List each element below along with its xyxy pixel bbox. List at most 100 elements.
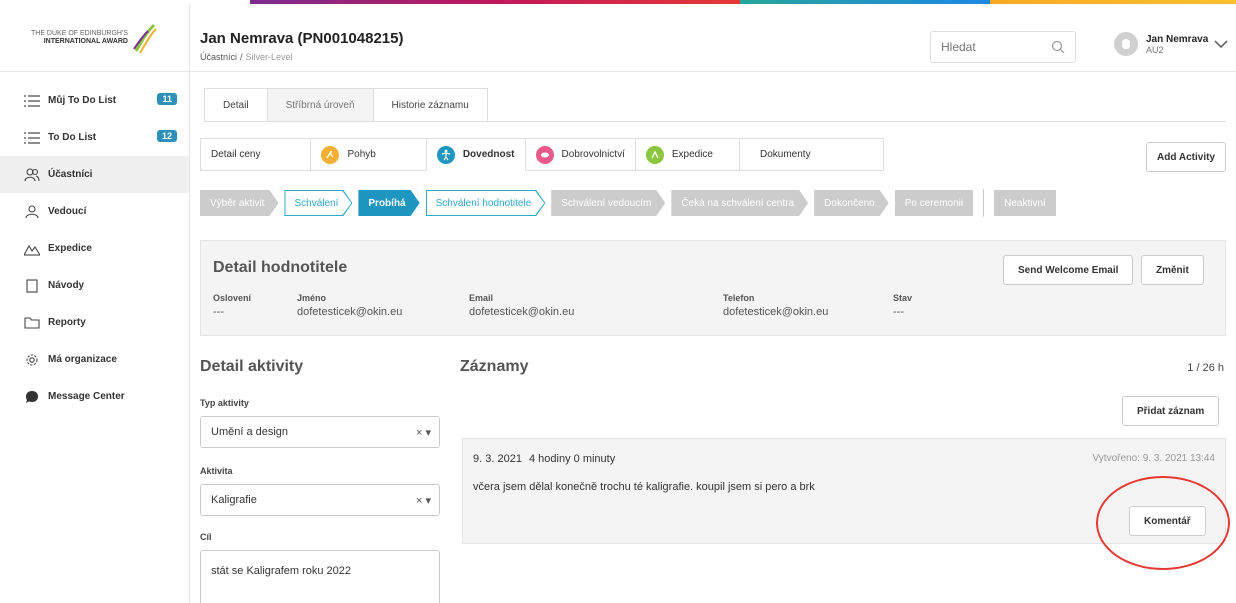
breadcrumb: Účastníci / Silver-Level xyxy=(200,52,293,62)
tab-history[interactable]: Historie záznamu xyxy=(372,88,488,121)
user-menu[interactable]: Jan Nemrava AU2 xyxy=(1114,32,1228,56)
record-date: 9. 3. 2021 xyxy=(473,453,522,465)
goal-textarea[interactable]: stát se Kaligrafem roku 2022 xyxy=(200,550,440,603)
tab-documents[interactable]: Dokumenty xyxy=(739,138,884,171)
tab-label: Detail ceny xyxy=(211,149,261,160)
step-in-progress[interactable]: Probíhá xyxy=(358,190,419,216)
evaluator-detail-panel: Detail hodnotitele Send Welcome Email Zm… xyxy=(200,240,1226,336)
tab-detail[interactable]: Detail xyxy=(204,88,268,121)
page-title: Jan Nemrava (PN001048215) xyxy=(200,30,404,47)
activity-detail-title: Detail aktivity xyxy=(200,358,304,375)
sidebar-item-reports[interactable]: Reporty xyxy=(0,304,189,341)
sidebar-item-label: Reporty xyxy=(48,317,86,328)
evaluator-phone: Telefon dofetesticek@okin.eu xyxy=(723,293,828,318)
field-label: Stav xyxy=(893,293,913,303)
list-icon xyxy=(24,131,40,145)
search-icon[interactable] xyxy=(1051,40,1065,54)
volunteering-icon xyxy=(535,145,554,164)
header: Jan Nemrava (PN001048215) Účastníci / Silv… xyxy=(190,4,1236,72)
step-label: Výběr aktivit xyxy=(210,197,265,209)
user-name: Jan Nemrava xyxy=(1146,33,1209,45)
field-label: Jméno xyxy=(297,293,327,303)
tab-label: Dovednost xyxy=(462,149,515,160)
avatar[interactable] xyxy=(1114,32,1138,56)
evaluator-name: Jméno dofetesticek@okin.eu xyxy=(297,293,402,318)
sidebar-item-leaders[interactable]: Vedoucí xyxy=(0,193,189,230)
step-select-activities[interactable]: Výběr aktivit xyxy=(200,190,278,216)
search-box[interactable] xyxy=(930,31,1076,63)
records-title: Záznamy xyxy=(460,358,529,375)
step-approval[interactable]: Schválení xyxy=(284,190,352,216)
chevron-down-icon[interactable] xyxy=(1214,39,1228,49)
record-created: Vytvořeno: 9. 3. 2021 13:44 xyxy=(1092,453,1216,464)
step-label: Schválení hodnotitele xyxy=(435,197,532,209)
sidebar-item-my-todo[interactable]: Můj To Do List 11 xyxy=(0,82,189,119)
sidebar-item-label: Vedoucí xyxy=(48,206,87,217)
activity-select[interactable]: Kaligrafie × ▾ xyxy=(200,484,440,516)
field-value: dofetesticek@okin.eu xyxy=(469,306,575,318)
record-duration: 4 hodiny 0 minuty xyxy=(529,453,616,465)
status-steps: Výběr aktivit Schválení Probíhá Schválen… xyxy=(200,189,1062,217)
step-completed[interactable]: Dokončeno xyxy=(814,190,889,216)
evaluator-email: Email dofetesticek@okin.eu xyxy=(469,293,574,318)
field-label: Telefon xyxy=(723,293,755,303)
breadcrumb-current: Silver-Level xyxy=(245,52,293,62)
activity-type-select[interactable]: Umění a design × ▾ xyxy=(200,416,440,448)
record-text: včera jsem dělal konečně trochu té kalig… xyxy=(473,481,815,493)
step-center-approval[interactable]: Čeká na schválení centra xyxy=(671,190,808,216)
sidebar-item-participants[interactable]: Účastníci xyxy=(0,156,189,193)
step-divider xyxy=(983,189,985,217)
sidebar-item-label: To Do List xyxy=(48,132,97,143)
records-hours-count: 1 / 26 h xyxy=(1187,362,1224,374)
leader-icon xyxy=(24,204,40,219)
add-activity-button[interactable]: Add Activity xyxy=(1146,142,1226,172)
tab-label: Dobrovolnictví xyxy=(561,149,625,160)
field-label: Email xyxy=(469,293,494,303)
tabs-divider xyxy=(204,121,1226,122)
count-badge: 12 xyxy=(156,130,177,142)
mountain-icon xyxy=(24,242,40,256)
tab-expedition[interactable]: Expedice xyxy=(634,138,740,171)
step-label: Schválení xyxy=(294,197,339,209)
send-welcome-email-button[interactable]: Send Welcome Email xyxy=(1003,255,1134,285)
sidebar-item-guides[interactable]: Návody xyxy=(0,267,189,304)
activity-type-label: Typ aktivity xyxy=(200,398,249,408)
change-button[interactable]: Změnit xyxy=(1141,255,1204,285)
sidebar: Můj To Do List 11 To Do List 12 Účastníc… xyxy=(0,72,190,603)
clear-icon[interactable]: × xyxy=(416,495,422,507)
logo-line1: THE DUKE OF EDINBURGH'S xyxy=(30,29,128,37)
tab-award-detail[interactable]: Detail ceny xyxy=(200,138,312,171)
sidebar-item-label: Message Center xyxy=(48,391,125,402)
field-value: dofetesticek@okin.eu xyxy=(723,306,829,318)
tab-volunteering[interactable]: Dobrovolnictví xyxy=(524,138,636,171)
step-after-ceremony[interactable]: Po ceremonii xyxy=(894,190,974,216)
breadcrumb-participants[interactable]: Účastníci xyxy=(200,52,237,62)
caret-down-icon[interactable]: ▾ xyxy=(425,495,431,507)
field-value: --- xyxy=(213,306,224,318)
logo-swoosh-icon xyxy=(133,23,157,54)
tab-physical[interactable]: Pohyb xyxy=(310,138,427,171)
search-input[interactable] xyxy=(931,32,1041,62)
sidebar-item-message-center[interactable]: Message Center xyxy=(0,378,189,415)
step-leader-approval[interactable]: Schválení vedoucím xyxy=(551,190,665,216)
add-record-button[interactable]: Přidat záznam xyxy=(1122,396,1220,426)
main-content: Detail Stříbrná úroveň Historie záznamu … xyxy=(190,72,1236,603)
sidebar-item-todo[interactable]: To Do List 12 xyxy=(0,119,189,156)
step-label: Neaktivní xyxy=(1004,197,1046,209)
gear-icon xyxy=(24,353,40,367)
clear-icon[interactable]: × xyxy=(416,427,422,439)
breadcrumb-separator: / xyxy=(240,52,243,62)
evaluator-salutation: Oslovení --- xyxy=(213,293,251,318)
step-inactive[interactable]: Neaktivní xyxy=(994,190,1056,216)
tab-skill[interactable]: Dovednost xyxy=(425,138,526,171)
step-label: Schválení vedoucím xyxy=(561,197,652,209)
step-evaluator-approval[interactable]: Schválení hodnotitele xyxy=(426,190,546,216)
logo[interactable]: THE DUKE OF EDINBURGH'S INTERNATIONAL AW… xyxy=(0,4,190,72)
sidebar-item-expeditions[interactable]: Expedice xyxy=(0,230,189,267)
tab-label: Expedice xyxy=(671,149,713,160)
sidebar-item-label: Účastníci xyxy=(48,169,93,180)
tab-silver-level[interactable]: Stříbrná úroveň xyxy=(266,88,374,121)
caret-down-icon[interactable]: ▾ xyxy=(425,427,431,439)
sidebar-item-organization[interactable]: Má organizace xyxy=(0,341,189,378)
physical-icon xyxy=(321,145,340,164)
